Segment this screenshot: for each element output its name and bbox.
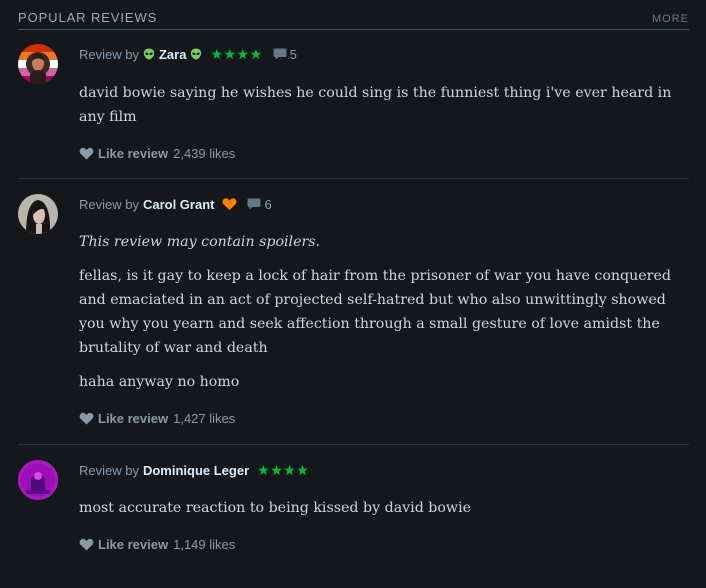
like-review-label: Like review [98, 536, 169, 552]
review-attribution: Review by Carol Grant 6 [79, 194, 272, 214]
avatar[interactable] [18, 44, 58, 84]
review-text: most accurate reaction to being kissed b… [79, 500, 472, 516]
review-by-label: Review by [79, 46, 139, 62]
review-attribution: Review by Dominique Leger ★★★★ [79, 460, 309, 480]
review-text: fellas, is it gay to keep a lock of hair… [79, 268, 671, 356]
like-count[interactable]: 1,427 likes [173, 411, 235, 426]
like-row: Like review 2,439 likes [79, 145, 235, 161]
like-count[interactable]: 2,439 likes [173, 146, 235, 161]
star-rating: ★★★★ [210, 45, 263, 62]
heart-icon [79, 412, 94, 425]
review-item: Review by Zara ★★★★ 5 david bowie saying… [18, 44, 689, 179]
review-attribution: Review by Zara ★★★★ 5 [79, 44, 297, 64]
like-row: Like review 1,427 likes [79, 410, 235, 426]
alien-icon [190, 48, 202, 60]
comment-count[interactable]: 6 [247, 196, 272, 212]
patron-heart-icon [223, 198, 237, 210]
reviewer-name[interactable]: Carol Grant [143, 197, 215, 212]
section-header: POPULAR REVIEWS MORE [18, 8, 689, 30]
heart-icon [79, 147, 94, 160]
like-review-button[interactable]: Like review [79, 537, 168, 552]
spoiler-notice: This review may contain spoilers. [79, 234, 321, 250]
comment-count-value: 5 [289, 46, 297, 62]
review-by-label: Review by [79, 462, 139, 478]
avatar[interactable] [18, 194, 58, 234]
comment-icon [247, 198, 261, 210]
alien-icon [143, 48, 155, 60]
review-text: haha anyway no homo [79, 374, 240, 390]
comment-count[interactable]: 5 [273, 47, 297, 62]
like-review-button[interactable]: Like review [79, 146, 168, 161]
comment-icon [273, 48, 287, 60]
comment-count-value: 6 [264, 196, 272, 212]
review-by-label: Review by [79, 196, 139, 212]
star-rating: ★★★★ [257, 461, 310, 478]
reviewer-name[interactable]: Dominique Leger [143, 463, 249, 478]
reviewer-name[interactable]: Zara [159, 47, 186, 62]
review-text: david bowie saying he wishes he could si… [79, 85, 672, 125]
heart-icon [79, 538, 94, 551]
like-review-label: Like review [98, 410, 169, 426]
more-link[interactable]: MORE [652, 13, 689, 25]
like-review-label: Like review [98, 145, 169, 161]
like-row: Like review 1,149 likes [79, 536, 235, 552]
avatar[interactable] [18, 460, 58, 500]
like-review-button[interactable]: Like review [79, 411, 168, 426]
section-title: POPULAR REVIEWS [18, 10, 158, 25]
like-count[interactable]: 1,149 likes [173, 537, 235, 552]
review-item: Review by Dominique Leger ★★★★ most accu… [18, 460, 689, 560]
review-item: Review by Carol Grant 6 This review may … [18, 194, 689, 445]
